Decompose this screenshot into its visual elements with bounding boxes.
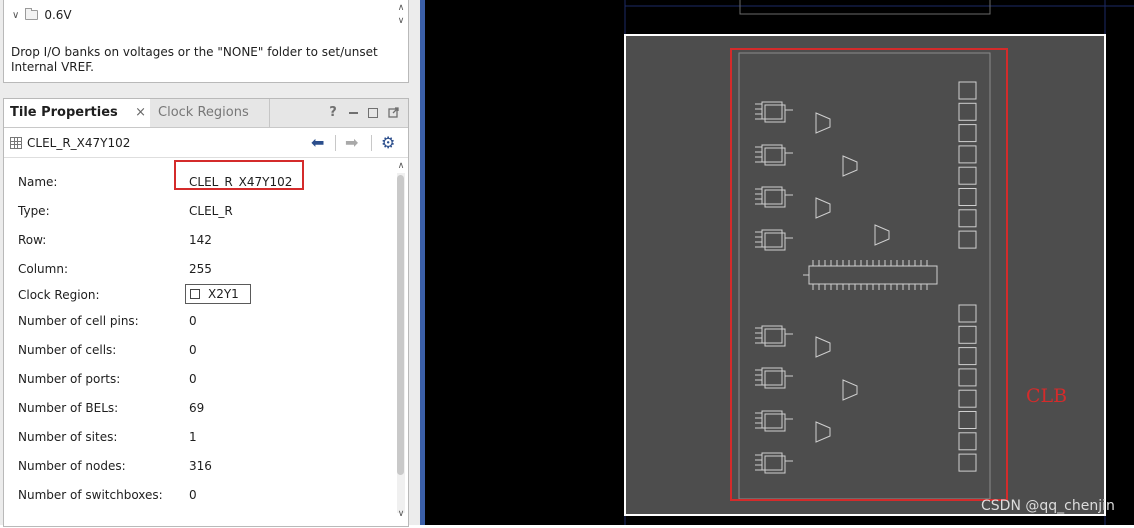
property-value: CLEL_R [189, 204, 233, 218]
property-value: 0 [189, 314, 197, 328]
tab-label: Clock Regions [158, 105, 249, 120]
property-row-cell-pins: Number of cell pins: 0 [18, 314, 388, 334]
property-row-nodes: Number of nodes: 316 [18, 459, 388, 479]
clock-region-icon [190, 289, 200, 299]
float-icon[interactable] [384, 99, 402, 127]
clock-region-link[interactable]: X2Y1 [185, 284, 251, 304]
property-key: Number of cell pins: [18, 314, 139, 328]
property-row-type: Type: CLEL_R [18, 204, 388, 224]
tab-clock-regions[interactable]: Clock Regions [152, 99, 270, 127]
property-value: 0 [189, 343, 197, 357]
property-row-switchboxes: Number of switchboxes: 0 [18, 488, 388, 508]
device-canvas[interactable] [425, 0, 1134, 525]
device-view[interactable] [425, 0, 1134, 525]
property-key: Number of sites: [18, 430, 118, 444]
name-highlight-box [174, 160, 304, 190]
property-key: Clock Region: [18, 288, 100, 302]
property-key: Row: [18, 233, 47, 247]
close-icon[interactable]: × [135, 99, 146, 127]
clock-region-value: X2Y1 [208, 287, 239, 301]
object-toolbar: CLEL_R_X47Y102 ⬅ ➡ ⚙ [4, 129, 408, 158]
maximize-icon[interactable] [364, 99, 382, 127]
minimize-icon[interactable] [344, 99, 362, 127]
property-row-clock-region: Clock Region: X2Y1 [18, 284, 388, 308]
property-key: Number of switchboxes: [18, 488, 163, 502]
toolbar-divider [371, 135, 372, 151]
property-row-ports: Number of ports: 0 [18, 372, 388, 392]
property-value: 0 [189, 488, 197, 502]
scroll-up-icon[interactable]: ∧ [395, 161, 407, 171]
property-row-row: Row: 142 [18, 233, 388, 253]
neighbor-tile[interactable] [739, 0, 991, 15]
property-key: Number of nodes: [18, 459, 126, 473]
io-banks-help-text: Drop I/O banks on voltages or the "NONE"… [11, 45, 378, 74]
watermark: CSDN @qq_chenjin [981, 498, 1115, 514]
properties-scrollbar[interactable]: ∧ ∨ [395, 159, 407, 524]
tile-properties-panel: Tile Properties × Clock Regions ? CLEL_R… [3, 98, 409, 527]
io-scrollbar[interactable]: ∧ ∨ [396, 2, 406, 30]
property-value: 1 [189, 430, 197, 444]
property-value: 142 [189, 233, 212, 247]
property-key: Name: [18, 175, 58, 189]
folder-icon [25, 8, 39, 20]
property-row-column: Column: 255 [18, 262, 388, 282]
chevron-down-icon[interactable]: ∨ [12, 10, 19, 21]
property-row-cells: Number of cells: 0 [18, 343, 388, 363]
voltage-tree-item[interactable]: ∨ 0.6V [12, 8, 72, 22]
tab-tile-properties[interactable]: Tile Properties × [4, 99, 150, 127]
left-panel-area: ∨ 0.6V ∧ ∨ Drop I/O banks on voltages or … [0, 0, 420, 527]
property-value: 255 [189, 262, 212, 276]
help-icon[interactable]: ? [324, 99, 342, 127]
grid-icon [10, 137, 22, 149]
arrow-right-icon[interactable]: ➡ [345, 134, 358, 152]
clb-annotation: CLB [1026, 385, 1068, 407]
property-row-sites: Number of sites: 1 [18, 430, 388, 450]
object-name: CLEL_R_X47Y102 [27, 136, 131, 150]
property-row-bels: Number of BELs: 69 [18, 401, 388, 421]
toolbar-divider [335, 135, 336, 151]
property-key: Type: [18, 204, 50, 218]
property-key: Number of cells: [18, 343, 117, 357]
property-value: 0 [189, 372, 197, 386]
selected-tile[interactable] [624, 34, 1106, 516]
voltage-label: 0.6V [44, 8, 72, 22]
arrow-left-icon[interactable]: ⬅ [311, 134, 324, 152]
scroll-thumb[interactable] [397, 175, 404, 475]
property-value: 316 [189, 459, 212, 473]
property-key: Column: [18, 262, 68, 276]
property-key: Number of BELs: [18, 401, 119, 415]
scroll-down-icon[interactable]: ∨ [395, 509, 407, 519]
property-value: 69 [189, 401, 205, 415]
gear-icon[interactable]: ⚙ [381, 134, 395, 152]
tab-label: Tile Properties [10, 105, 118, 120]
property-key: Number of ports: [18, 372, 121, 386]
panel-tab-bar: Tile Properties × Clock Regions ? [4, 99, 408, 128]
io-banks-panel: ∨ 0.6V ∧ ∨ Drop I/O banks on voltages or … [3, 0, 409, 83]
